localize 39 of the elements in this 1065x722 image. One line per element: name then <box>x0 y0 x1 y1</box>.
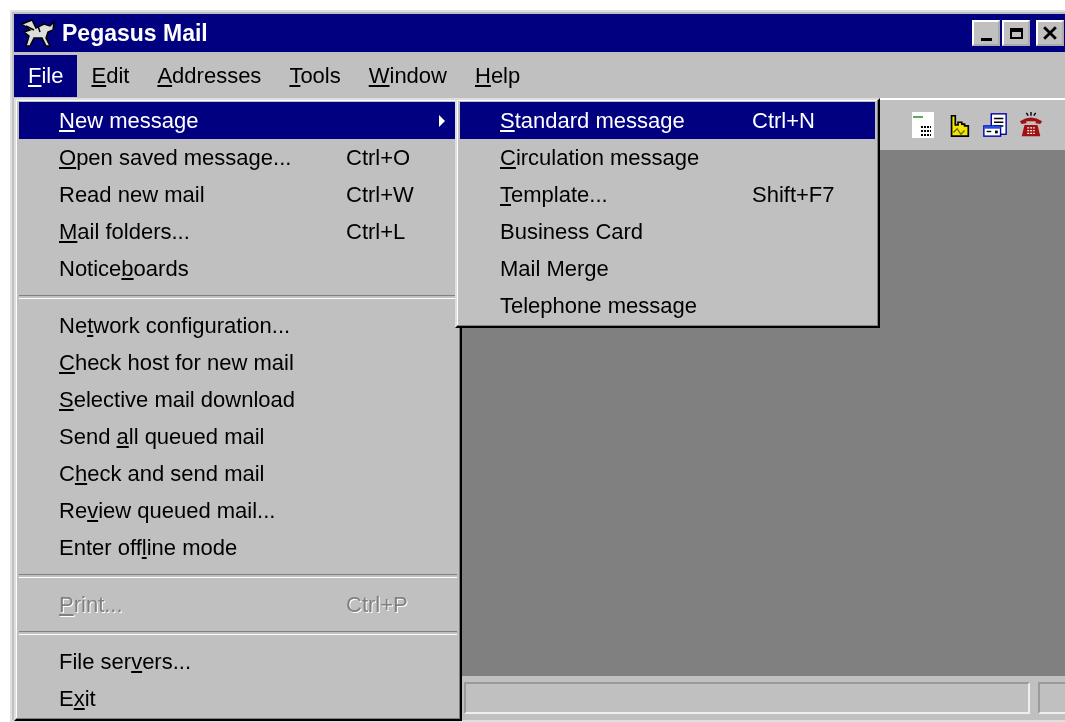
window-title: Pegasus Mail <box>62 19 209 47</box>
menu-item[interactable]: Enter offline mode <box>19 529 457 566</box>
menu-item[interactable]: New message <box>19 102 457 139</box>
menu-item[interactable]: Circulation message <box>460 139 875 176</box>
document-card-icon[interactable] <box>982 111 1008 139</box>
minimize-icon <box>980 37 992 41</box>
close-button[interactable] <box>1036 20 1064 46</box>
menu-item[interactable]: Template... Shift+F7 <box>460 176 875 213</box>
menu-bar-item[interactable]: Help <box>461 55 535 97</box>
menu-bar-item[interactable]: Tools <box>275 55 355 97</box>
maximize-icon <box>1009 27 1023 39</box>
maximize-button[interactable] <box>1002 20 1030 46</box>
menu-item[interactable]: Read new mail Ctrl+W <box>19 176 457 213</box>
menu-item[interactable]: Mail folders... Ctrl+L <box>19 213 457 250</box>
close-icon <box>1043 26 1057 40</box>
status-field <box>1038 682 1065 714</box>
menu-item[interactable]: Telephone message <box>460 287 875 324</box>
submenu-arrow-icon <box>439 114 445 127</box>
menu-item[interactable]: Review queued mail... <box>19 492 457 529</box>
winged-horse-icon <box>20 18 56 48</box>
menu-bar-item[interactable]: File <box>14 55 78 97</box>
menu-item[interactable]: Mail Merge <box>460 250 875 287</box>
menu-item[interactable]: Check host for new mail <box>19 344 457 381</box>
menu-item[interactable]: Exit <box>19 680 457 717</box>
menu-bar-item[interactable]: Addresses <box>143 55 276 97</box>
menu-bar-item[interactable]: Window <box>354 55 461 97</box>
menu-item[interactable]: File servers... <box>19 643 457 680</box>
telephone-icon[interactable] <box>1018 111 1044 139</box>
minimize-button[interactable] <box>972 20 1000 46</box>
form-icon[interactable] <box>910 111 936 139</box>
menu-item[interactable]: Send all queued mail <box>19 418 457 455</box>
menu-item[interactable]: Check and send mail <box>19 455 457 492</box>
menu-item[interactable]: Business Card <box>460 213 875 250</box>
menu-item[interactable]: Selective mail download <box>19 381 457 418</box>
menu-bar-item[interactable]: Edit <box>77 55 144 97</box>
menu-item[interactable]: Network configuration... <box>19 307 457 344</box>
menu-item[interactable]: Open saved message... Ctrl+O <box>19 139 457 176</box>
menu-item[interactable]: Standard message Ctrl+N <box>460 102 875 139</box>
menu-item[interactable]: Noticeboards <box>19 250 457 287</box>
